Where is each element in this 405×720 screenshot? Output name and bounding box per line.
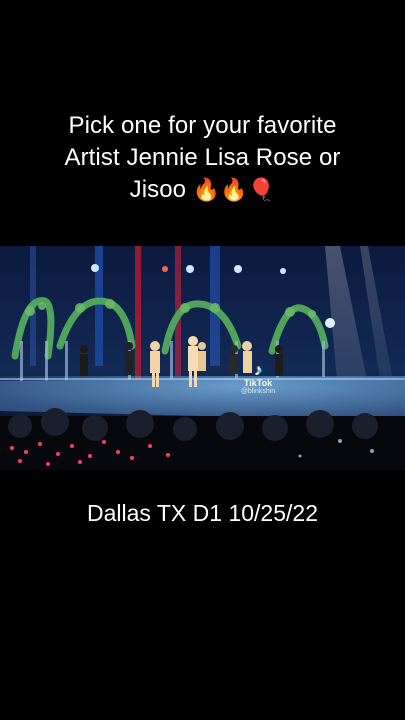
concert-stage-illustration	[0, 246, 405, 470]
caption-line-2: Artist Jennie Lisa Rose or	[64, 144, 341, 171]
tiktok-app-name: TikTok	[243, 378, 273, 388]
caption-line-3: Jisoo 🔥🔥🎈	[20, 174, 385, 207]
caption-line-1: Pick one for your favorite	[68, 112, 337, 139]
concert-video-frame[interactable]	[0, 246, 405, 470]
location-date-caption: Dallas TX D1 10/25/22	[87, 500, 318, 526]
tiktok-watermark: ♪ TikTok @blinkshin	[228, 362, 288, 402]
overlay-caption: Pick one for your favorite Artist Jennie…	[20, 110, 385, 207]
caption-line-3-text: Jisoo	[129, 176, 187, 203]
fire-balloon-emojis: 🔥🔥🎈	[192, 178, 276, 203]
tiktok-handle: @blinkshin	[240, 388, 276, 395]
